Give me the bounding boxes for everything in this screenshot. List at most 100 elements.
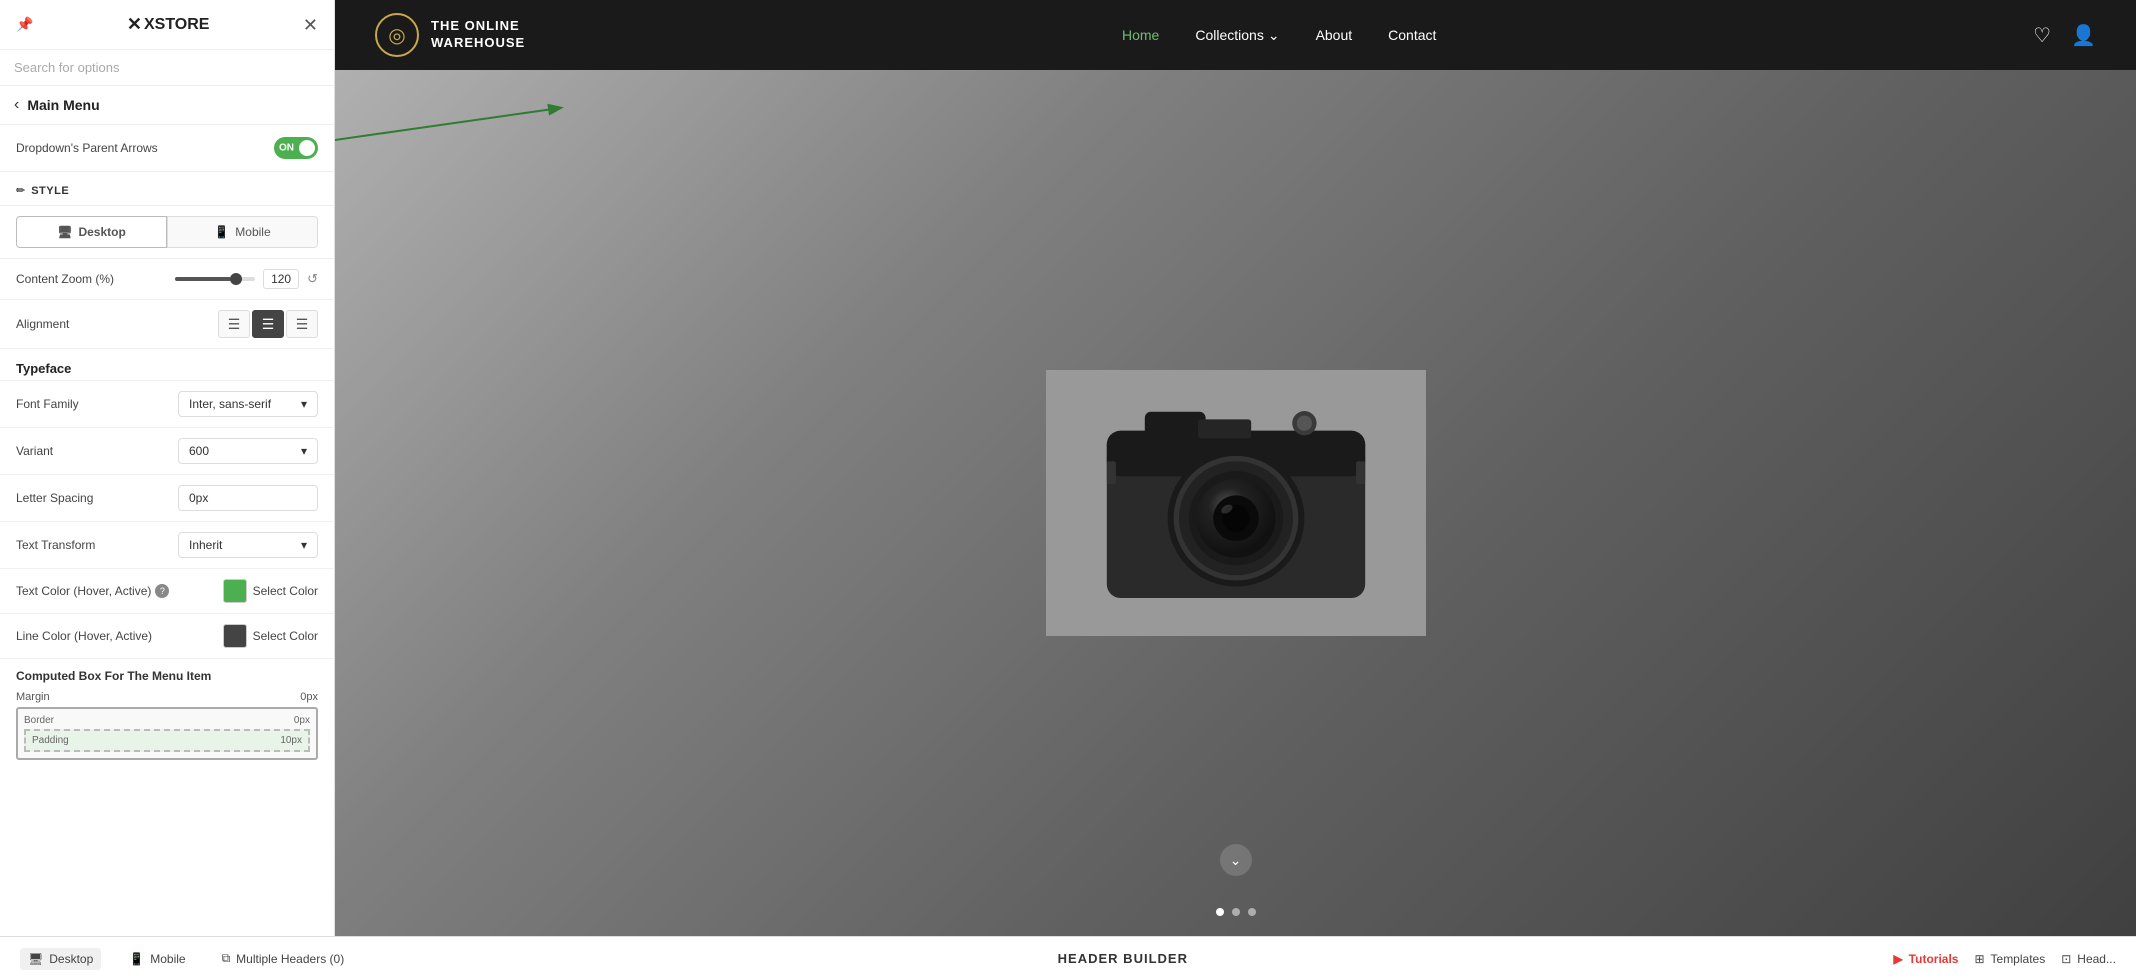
collections-label: Collections xyxy=(1195,27,1263,43)
line-color-select-label: Select Color xyxy=(253,629,318,643)
desktop-icon: 🖥 xyxy=(57,225,72,239)
nav-item-collections[interactable]: Collections ⌄ xyxy=(1195,27,1279,44)
account-icon[interactable]: 👤 xyxy=(2071,23,2096,48)
hero-slide-dots xyxy=(1216,908,1256,916)
zoom-slider[interactable] xyxy=(175,277,255,281)
margin-label-text: Margin xyxy=(16,691,50,703)
bottom-mobile-icon: 📱 xyxy=(129,952,144,966)
head-button[interactable]: ⊡ Head... xyxy=(2061,952,2116,966)
text-transform-select[interactable]: Inherit ▾ xyxy=(178,532,318,558)
collections-dropdown-arrow: ⌄ xyxy=(1268,27,1280,44)
nav-item-about[interactable]: About xyxy=(1316,27,1353,43)
letter-spacing-label: Letter Spacing xyxy=(16,491,93,505)
computed-title: Computed Box For The Menu Item xyxy=(16,669,318,683)
text-color-info-icon[interactable]: ? xyxy=(155,584,169,598)
templates-button[interactable]: ⊞ Templates xyxy=(1974,952,2045,966)
xstore-x-letter: ✕ xyxy=(127,14,142,35)
hero-dot-1[interactable] xyxy=(1216,908,1224,916)
search-bar xyxy=(0,50,334,86)
hero-dot-2[interactable] xyxy=(1232,908,1240,916)
text-transform-label: Text Transform xyxy=(16,538,95,552)
bottom-right-controls: ▶ Tutorials ⊞ Templates ⊡ Head... xyxy=(1893,952,2116,966)
bottom-left-controls: 🖥 Desktop 📱 Mobile ⧉ Multiple Headers (0… xyxy=(20,947,352,970)
tutorials-label: Tutorials xyxy=(1909,952,1959,966)
letter-spacing-value: 0px xyxy=(189,491,208,505)
hero-dot-3[interactable] xyxy=(1248,908,1256,916)
box-model: Border 0px Padding 10px xyxy=(16,707,318,760)
border-value: 0px xyxy=(294,715,310,726)
panel-collapse-button[interactable]: ‹ xyxy=(334,448,335,488)
style-section-header: ✏ STYLE xyxy=(0,172,334,206)
site-header-icons: ♡ 👤 xyxy=(2033,23,2096,48)
alignment-row: Alignment ☰ ☰ ☰ xyxy=(0,300,334,349)
mobile-icon: 📱 xyxy=(214,225,229,239)
content-zoom-label: Content Zoom (%) xyxy=(16,272,175,286)
line-color-hover-label: Line Color (Hover, Active) xyxy=(16,629,223,643)
pencil-icon: ✏ xyxy=(16,184,25,197)
font-family-row: Font Family Inter, sans-serif ▾ xyxy=(0,381,334,428)
multiple-headers-button[interactable]: ⧉ Multiple Headers (0) xyxy=(214,947,353,970)
letter-spacing-input[interactable]: 0px xyxy=(178,485,318,511)
align-center-button[interactable]: ☰ xyxy=(252,310,284,338)
back-button[interactable]: ‹ xyxy=(14,96,19,114)
font-family-label: Font Family xyxy=(16,397,79,411)
text-color-hover-label: Text Color (Hover, Active) ? xyxy=(16,584,223,598)
main-menu-label: Main Menu xyxy=(27,97,99,113)
text-color-swatch xyxy=(223,579,247,603)
padding-value: 10px xyxy=(280,735,302,746)
preview-area: ◎ THE ONLINE WAREHOUSE Home Collections … xyxy=(335,0,2136,936)
align-left-button[interactable]: ☰ xyxy=(218,310,250,338)
variant-arrow: ▾ xyxy=(301,444,307,458)
site-logo: ◎ THE ONLINE WAREHOUSE xyxy=(375,13,525,57)
zoom-slider-thumb[interactable] xyxy=(230,273,242,285)
site-navigation: Home Collections ⌄ About Contact xyxy=(1122,27,1436,44)
border-label: Border xyxy=(24,715,54,726)
device-tabs: 🖥 Desktop 📱 Mobile xyxy=(0,206,334,259)
nav-item-home[interactable]: Home xyxy=(1122,27,1159,43)
variant-select[interactable]: 600 ▾ xyxy=(178,438,318,464)
xstore-text: XSTORE xyxy=(144,16,210,34)
text-transform-value: Inherit xyxy=(189,538,222,552)
variant-label: Variant xyxy=(16,444,53,458)
bottom-mobile-button[interactable]: 📱 Mobile xyxy=(121,948,193,970)
toggle-switch[interactable]: ON xyxy=(274,137,318,159)
close-icon[interactable]: ✕ xyxy=(303,16,318,34)
header-builder-label: HEADER BUILDER xyxy=(1058,951,1188,966)
letter-spacing-row: Letter Spacing 0px xyxy=(0,475,334,522)
wishlist-icon[interactable]: ♡ xyxy=(2033,23,2051,48)
bottom-desktop-button[interactable]: 🖥 Desktop xyxy=(20,948,101,970)
camera-illustration xyxy=(1046,363,1426,643)
toggle-label: Dropdown's Parent Arrows xyxy=(16,141,158,155)
text-color-hover-row: Text Color (Hover, Active) ? Select Colo… xyxy=(0,569,334,614)
zoom-value[interactable]: 120 xyxy=(263,269,299,289)
mobile-tab-label: Mobile xyxy=(235,225,270,239)
bottom-desktop-label: Desktop xyxy=(49,952,93,966)
pin-icon[interactable]: 📌 xyxy=(16,16,33,33)
bottom-desktop-icon: 🖥 xyxy=(28,952,43,966)
zoom-slider-fill xyxy=(175,277,231,281)
border-row: Border 0px xyxy=(24,715,310,726)
panel-scroll-area: ‹ Main Menu Dropdown's Parent Arrows ON … xyxy=(0,86,334,936)
text-color-select-button[interactable]: Select Color xyxy=(223,579,318,603)
font-family-select[interactable]: Inter, sans-serif ▾ xyxy=(178,391,318,417)
logo-line2: WAREHOUSE xyxy=(431,35,525,52)
desktop-tab[interactable]: 🖥 Desktop xyxy=(16,216,167,248)
left-panel: 📌 ✕ XSTORE ✕ ‹ Main Menu Dropd xyxy=(0,0,335,936)
site-header-preview: ◎ THE ONLINE WAREHOUSE Home Collections … xyxy=(335,0,2136,70)
logo-line1: THE ONLINE xyxy=(431,18,525,35)
tutorials-button[interactable]: ▶ Tutorials xyxy=(1893,952,1958,966)
panel-nav: ‹ Main Menu xyxy=(0,86,334,125)
margin-value: 0px xyxy=(300,691,318,703)
content-zoom-row: Content Zoom (%) 120 ↺ xyxy=(0,259,334,300)
hero-expand-button[interactable]: ⌄ xyxy=(1220,844,1252,876)
align-right-button[interactable]: ☰ xyxy=(286,310,318,338)
nav-item-contact[interactable]: Contact xyxy=(1388,27,1436,43)
typeface-section-label: Typeface xyxy=(0,349,334,381)
search-input[interactable] xyxy=(14,60,320,75)
templates-label: Templates xyxy=(1991,952,2046,966)
mobile-tab[interactable]: 📱 Mobile xyxy=(167,216,318,248)
reset-icon[interactable]: ↺ xyxy=(307,271,318,287)
text-color-hover-text: Text Color (Hover, Active) xyxy=(16,584,151,598)
line-color-select-button[interactable]: Select Color xyxy=(223,624,318,648)
head-icon: ⊡ xyxy=(2061,952,2071,966)
